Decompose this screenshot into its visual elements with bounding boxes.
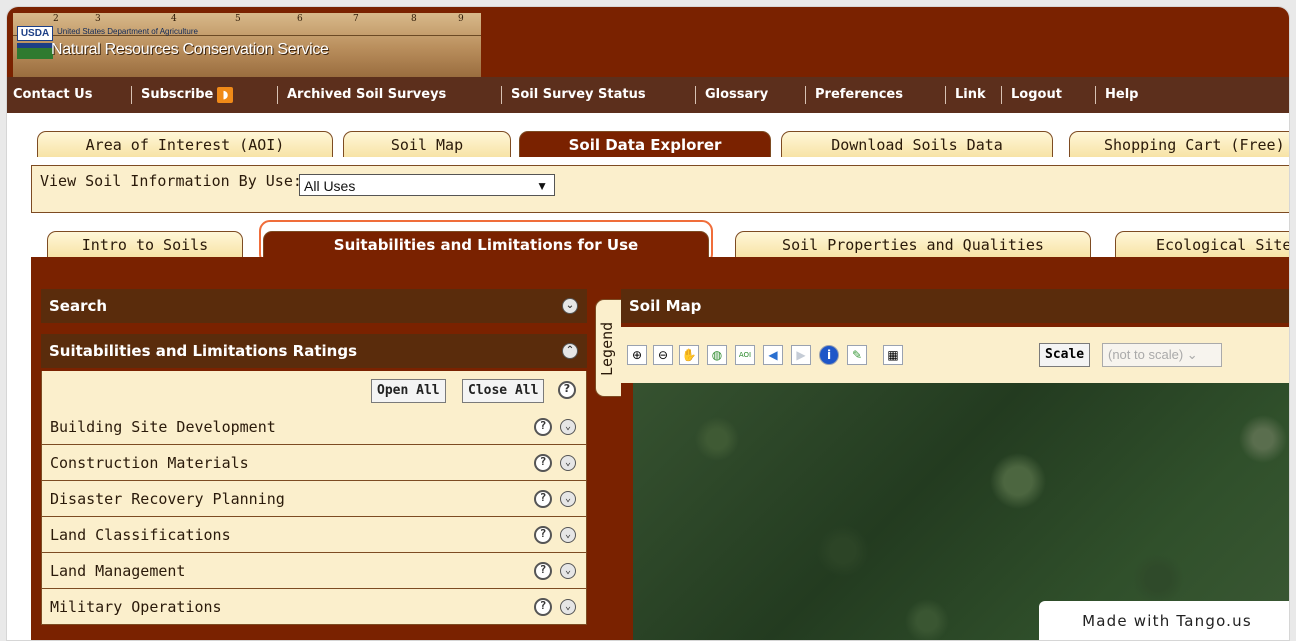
map-panel-header: Soil Map bbox=[621, 289, 1289, 323]
ratings-category-list: Building Site Development? ⌄ Construction… bbox=[41, 409, 587, 625]
tab-soil-map[interactable]: Soil Map bbox=[343, 131, 511, 157]
expand-icon[interactable]: ⌄ bbox=[560, 563, 576, 579]
help-icon[interactable]: ? bbox=[534, 526, 552, 544]
scale-button[interactable]: Scale bbox=[1039, 343, 1091, 367]
tab-soil-data-explorer[interactable]: Soil Data Explorer bbox=[519, 131, 771, 157]
tab-intro-to-soils[interactable]: Intro to Soils bbox=[47, 231, 243, 257]
tab-soil-properties[interactable]: Soil Properties and Qualities bbox=[735, 231, 1091, 257]
view-by-use-label: View Soil Information By Use: bbox=[40, 172, 302, 190]
expand-icon[interactable]: ⌄ bbox=[560, 455, 576, 471]
measure-icon[interactable]: ✎ bbox=[847, 345, 867, 365]
forward-icon[interactable]: ▶ bbox=[791, 345, 811, 365]
expand-icon[interactable]: ⌄ bbox=[560, 527, 576, 543]
chevron-down-icon: ▼ bbox=[536, 179, 548, 193]
tab-shopping-cart[interactable]: Shopping Cart (Free) bbox=[1069, 131, 1289, 157]
nav-soil-survey-status[interactable]: Soil Survey Status bbox=[511, 77, 646, 113]
nav-subscribe[interactable]: Subscribe ◗ bbox=[141, 77, 234, 113]
full-extent-icon[interactable]: ◍ bbox=[707, 345, 727, 365]
help-icon[interactable]: ? bbox=[534, 598, 552, 616]
expand-icon[interactable]: ⌄ bbox=[560, 491, 576, 507]
list-item[interactable]: Land Management? ⌄ bbox=[41, 553, 587, 589]
tab-ecological-sites[interactable]: Ecological Sites bbox=[1115, 231, 1289, 257]
collapse-icon[interactable]: ⌃ bbox=[562, 343, 578, 359]
nav-glossary[interactable]: Glossary bbox=[705, 77, 768, 113]
agency-name: Natural Resources Conservation Service bbox=[51, 41, 329, 58]
nav-archived-soil-surveys[interactable]: Archived Soil Surveys bbox=[287, 77, 446, 113]
map-toolbar: ⊕ ⊖ ✋ ◍ AOI ◀ ▶ i ✎ ▦ Scale (not to scal… bbox=[621, 327, 1289, 383]
site-header: 2 3 4 5 6 7 8 9 USDA United States Depar… bbox=[7, 7, 1289, 77]
scale-select[interactable]: (not to scale) ⌄ bbox=[1102, 343, 1222, 367]
nav-link[interactable]: Link bbox=[955, 77, 986, 113]
expand-icon[interactable]: ⌄ bbox=[562, 298, 578, 314]
rss-icon: ◗ bbox=[217, 86, 234, 103]
list-item[interactable]: Building Site Development? ⌄ bbox=[41, 409, 587, 445]
usda-nrcs-logo[interactable]: 2 3 4 5 6 7 8 9 USDA United States Depar… bbox=[13, 13, 481, 77]
zoom-out-icon[interactable]: ⊖ bbox=[653, 345, 673, 365]
legend-tab[interactable]: Legend bbox=[595, 299, 621, 397]
list-item[interactable]: Construction Materials? ⌄ bbox=[41, 445, 587, 481]
tab-area-of-interest[interactable]: Area of Interest (AOI) bbox=[37, 131, 333, 157]
use-select[interactable]: All Uses ▼ bbox=[299, 174, 555, 196]
top-nav: Contact Us Subscribe ◗ Archived Soil Surv… bbox=[7, 77, 1289, 113]
close-all-button[interactable]: Close All bbox=[462, 379, 545, 403]
list-item[interactable]: Disaster Recovery Planning? ⌄ bbox=[41, 481, 587, 517]
view-by-use-bar: View Soil Information By Use: All Uses ▼ bbox=[31, 165, 1289, 213]
department-name: United States Department of Agriculture bbox=[57, 27, 198, 36]
help-icon[interactable]: ? bbox=[534, 562, 552, 580]
tango-watermark: Made with Tango.us bbox=[1039, 601, 1289, 640]
help-icon[interactable]: ? bbox=[534, 454, 552, 472]
expand-icon[interactable]: ⌄ bbox=[560, 599, 576, 615]
tab-download-soils-data[interactable]: Download Soils Data bbox=[781, 131, 1053, 157]
identify-icon[interactable]: i bbox=[819, 345, 839, 365]
usda-mark: USDA bbox=[17, 26, 53, 41]
help-icon[interactable]: ? bbox=[534, 490, 552, 508]
nav-logout[interactable]: Logout bbox=[1011, 77, 1062, 113]
help-icon[interactable]: ? bbox=[534, 418, 552, 436]
list-item[interactable]: Land Classifications? ⌄ bbox=[41, 517, 587, 553]
define-aoi-icon[interactable]: AOI bbox=[735, 345, 755, 365]
layers-icon[interactable]: ▦ bbox=[883, 345, 903, 365]
nav-help[interactable]: Help bbox=[1105, 77, 1138, 113]
expand-icon[interactable]: ⌄ bbox=[560, 419, 576, 435]
search-panel-header[interactable]: Search ⌄ bbox=[41, 289, 587, 323]
app-window: 2 3 4 5 6 7 8 9 USDA United States Depar… bbox=[6, 6, 1290, 641]
nav-contact-us[interactable]: Contact Us bbox=[13, 77, 92, 113]
back-icon[interactable]: ◀ bbox=[763, 345, 783, 365]
help-icon[interactable]: ? bbox=[558, 381, 576, 399]
zoom-in-icon[interactable]: ⊕ bbox=[627, 345, 647, 365]
open-all-button[interactable]: Open All bbox=[371, 379, 446, 403]
list-item[interactable]: Military Operations? ⌄ bbox=[41, 589, 587, 625]
main-tabs: Area of Interest (AOI) Soil Map Soil Dat… bbox=[7, 131, 1289, 157]
ratings-toolbar: Open All Close All ? bbox=[41, 371, 587, 409]
ratings-panel-header[interactable]: Suitabilities and Limitations Ratings ⌃ bbox=[41, 334, 587, 368]
pan-icon[interactable]: ✋ bbox=[679, 345, 699, 365]
usda-stripe-icon bbox=[17, 43, 53, 59]
nav-preferences[interactable]: Preferences bbox=[815, 77, 903, 113]
